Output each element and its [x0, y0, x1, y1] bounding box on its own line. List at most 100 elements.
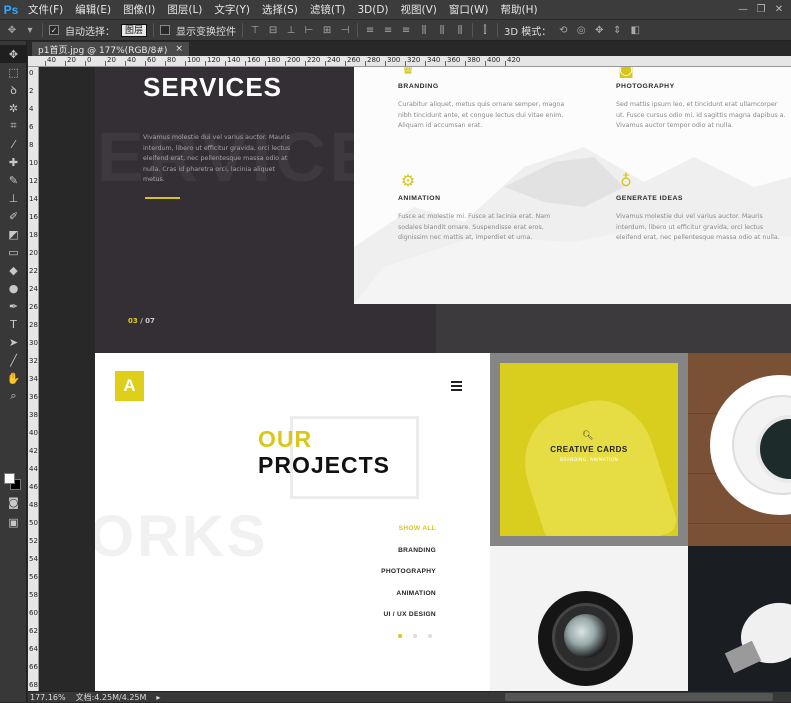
service-text: Vivamus molestie dui vel varius auctor. …	[616, 213, 780, 242]
search-icon[interactable]: 🔍︎	[582, 431, 593, 441]
window-controls: — ❐ ✕	[735, 3, 791, 17]
ruler-label: 50	[29, 519, 38, 527]
menu-help[interactable]: 帮助(H)	[495, 2, 544, 17]
line-tool-icon[interactable]: ╱	[0, 351, 27, 369]
status-arrow-icon[interactable]: ▸	[156, 693, 160, 702]
menu-view[interactable]: 视图(V)	[395, 2, 443, 17]
project-card-coffee[interactable]	[688, 353, 791, 546]
restore-button[interactable]: ❐	[753, 3, 769, 17]
ruler-tick	[345, 61, 346, 66]
close-button[interactable]: ✕	[771, 3, 787, 17]
align-hcenter-icon[interactable]: ⊞	[321, 24, 333, 36]
type-tool-icon[interactable]: T	[0, 315, 27, 333]
menu-edit[interactable]: 编辑(E)	[69, 2, 117, 17]
pagination-dot[interactable]	[413, 634, 417, 638]
ruler-label: 34	[29, 375, 38, 383]
ruler-label: 12	[29, 177, 38, 185]
distribute-top-icon[interactable]: ≡	[364, 24, 376, 36]
blur-tool-icon[interactable]: ◆	[0, 261, 27, 279]
menu-window[interactable]: 窗口(W)	[443, 2, 495, 17]
auto-select-dropdown[interactable]: 图层	[121, 23, 148, 37]
asphalt-photo	[436, 304, 791, 353]
distribute-vcenter-icon[interactable]: ≡	[382, 24, 394, 36]
menu-select[interactable]: 选择(S)	[256, 2, 304, 17]
align-top-icon[interactable]: ⊤	[249, 24, 261, 36]
lasso-tool-icon[interactable]: ꝺ	[0, 81, 27, 99]
align-bottom-icon[interactable]: ⊥	[285, 24, 297, 36]
3d-roll-icon[interactable]: ◎	[575, 24, 587, 36]
horizontal-ruler[interactable]: 40 20 0 20 40 60 80 100 120 140 160 180 200 220 240 260…	[28, 56, 791, 67]
marquee-tool-icon[interactable]: ⬚	[0, 63, 27, 81]
close-tab-icon[interactable]: ×	[175, 44, 183, 54]
3d-pan-icon[interactable]: ✥	[593, 24, 605, 36]
crop-tool-icon[interactable]: ⌗	[0, 117, 27, 135]
document-canvas[interactable]: ERVICE SERVICES Vivamus molestie dui vel…	[95, 67, 791, 691]
brush-tool-icon[interactable]: ✎	[0, 171, 27, 189]
history-brush-tool-icon[interactable]: ✐	[0, 207, 27, 225]
canvas-area[interactable]: ERVICE SERVICES Vivamus molestie dui vel…	[39, 67, 791, 691]
menu-filter[interactable]: 滤镜(T)	[304, 2, 352, 17]
hamburger-menu-icon[interactable]	[451, 381, 462, 391]
menu-image[interactable]: 图像(I)	[117, 2, 161, 17]
eraser-tool-icon[interactable]: ◩	[0, 225, 27, 243]
pagination-dot[interactable]	[398, 634, 402, 638]
filter-show-all[interactable]: SHOW ALL	[381, 525, 436, 547]
auto-align-icon[interactable]: ⫿	[479, 24, 491, 36]
pen-tool-icon[interactable]: ✒	[0, 297, 27, 315]
distribute-bottom-icon[interactable]: ≡	[400, 24, 412, 36]
ruler-label: 4	[29, 105, 34, 113]
zoom-tool-icon[interactable]: ⌕	[0, 387, 27, 405]
hand-tool-icon[interactable]: ✋	[0, 369, 27, 387]
menu-layer[interactable]: 图层(L)	[161, 2, 208, 17]
ruler-tick	[405, 61, 406, 66]
distribute-hcenter-icon[interactable]: ⫼	[436, 24, 448, 36]
project-card-creative-cards[interactable]: 🔍︎ CREATIVE CARDS BRANDING, ANIMATION	[490, 353, 688, 546]
auto-select-checkbox[interactable]: ✓	[49, 25, 59, 35]
chevron-down-icon[interactable]: ▾	[24, 24, 36, 36]
horizontal-scrollbar[interactable]	[505, 693, 773, 701]
distribute-left-icon[interactable]: ⫼	[418, 24, 430, 36]
filter-animation[interactable]: ANIMATION	[381, 590, 436, 612]
document-tab[interactable]: p1首页.jpg @ 177%(RGB/8#) ×	[32, 42, 189, 56]
filter-ui-ux[interactable]: UI / UX DESIGN	[381, 611, 436, 633]
align-vcenter-icon[interactable]: ⊟	[267, 24, 279, 36]
path-select-tool-icon[interactable]: ➤	[0, 333, 27, 351]
site-logo[interactable]: A	[115, 371, 144, 401]
ruler-tick	[265, 61, 266, 66]
3d-slide-icon[interactable]: ⇕	[611, 24, 623, 36]
3d-orbit-icon[interactable]: ⟲	[557, 24, 569, 36]
distribute-right-icon[interactable]: ⫼	[454, 24, 466, 36]
3d-scale-icon[interactable]: ◧	[629, 24, 641, 36]
menu-file[interactable]: 文件(F)	[22, 2, 69, 17]
filter-photography[interactable]: PHOTOGRAPHY	[381, 568, 436, 590]
eyedropper-tool-icon[interactable]: ⁄	[0, 135, 27, 153]
ruler-tick	[145, 61, 146, 66]
pagination-dot[interactable]	[428, 634, 432, 638]
project-card-bulb[interactable]	[688, 546, 791, 691]
screen-mode-icon[interactable]: ▣	[0, 513, 27, 531]
ruler-label: 28	[29, 321, 38, 329]
move-tool-icon[interactable]: ✥	[0, 45, 27, 63]
magic-wand-tool-icon[interactable]: ✲	[0, 99, 27, 117]
3d-mode-label: 3D 模式：	[504, 26, 552, 38]
vertical-ruler[interactable]: 0 2 4 6 8 10 12 14 16 18 20 22 24 26 28 30 32 34 36 38 40 42 4…	[28, 67, 39, 691]
project-card-lens[interactable]	[490, 546, 688, 691]
align-right-icon[interactable]: ⊣	[339, 24, 351, 36]
ruler-label: 48	[29, 501, 38, 509]
filter-branding[interactable]: BRANDING	[381, 547, 436, 569]
ruler-label: 20	[67, 56, 76, 64]
gradient-tool-icon[interactable]: ▭	[0, 243, 27, 261]
zoom-level[interactable]: 177.16%	[30, 693, 66, 702]
foreground-color-swatch[interactable]	[4, 473, 15, 484]
minimize-button[interactable]: —	[735, 3, 751, 17]
move-tool-preset-icon[interactable]: ✥	[6, 24, 18, 36]
healing-tool-icon[interactable]: ✚	[0, 153, 27, 171]
quick-mask-icon[interactable]: ◙	[0, 493, 27, 511]
stamp-tool-icon[interactable]: ⊥	[0, 189, 27, 207]
menu-3d[interactable]: 3D(D)	[351, 4, 394, 16]
dodge-tool-icon[interactable]: ●	[0, 279, 27, 297]
menu-type[interactable]: 文字(Y)	[208, 2, 256, 17]
ruler-tick	[185, 61, 186, 66]
align-left-icon[interactable]: ⊢	[303, 24, 315, 36]
show-transform-checkbox[interactable]	[160, 25, 171, 35]
